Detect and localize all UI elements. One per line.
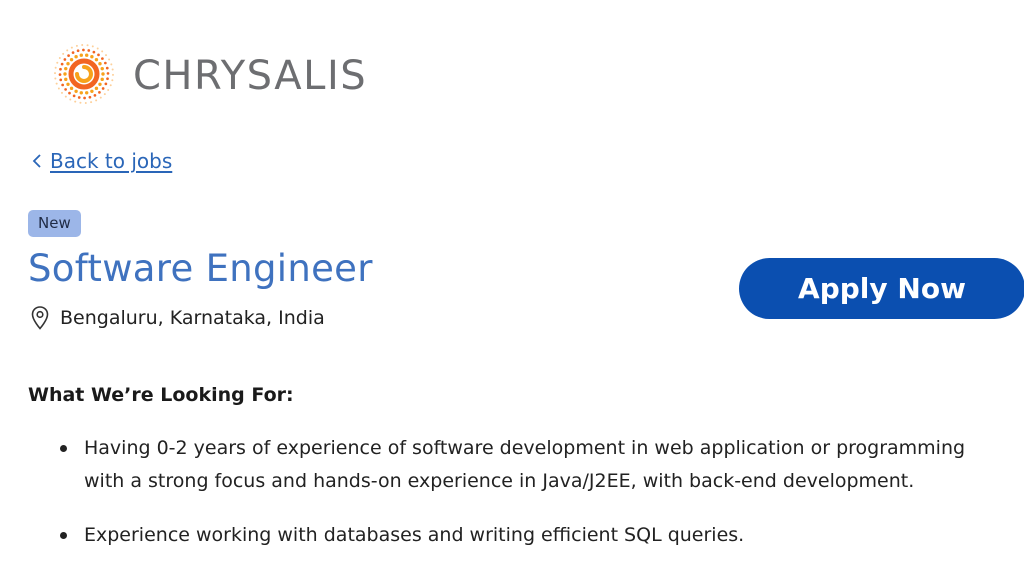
- list-item-text: Experience working with databases and wr…: [84, 524, 745, 546]
- map-pin-icon: [31, 306, 49, 330]
- back-to-jobs-link[interactable]: Back to jobs: [30, 148, 172, 174]
- list-item: Having 0-2 years of experience of softwa…: [60, 432, 1010, 498]
- brand-name: CHRYSALIS: [133, 53, 368, 99]
- new-badge: New: [28, 210, 81, 237]
- section-heading: What We’re Looking For:: [28, 384, 294, 406]
- swirl-logo-icon: [54, 44, 114, 104]
- bullet-icon: [60, 532, 67, 539]
- apply-now-button[interactable]: Apply Now: [739, 258, 1024, 319]
- back-to-jobs-label: Back to jobs: [50, 149, 173, 173]
- requirements-list: Having 0-2 years of experience of softwa…: [60, 432, 1010, 562]
- job-location: Bengaluru, Karnataka, India: [30, 305, 325, 331]
- bullet-icon: [60, 445, 67, 452]
- list-item-text: Having 0-2 years of experience of softwa…: [84, 437, 966, 492]
- job-title: Software Engineer: [28, 247, 373, 290]
- list-item: Experience working with databases and wr…: [60, 519, 1010, 552]
- chevron-left-icon: [32, 154, 41, 168]
- location-text: Bengaluru, Karnataka, India: [60, 307, 325, 329]
